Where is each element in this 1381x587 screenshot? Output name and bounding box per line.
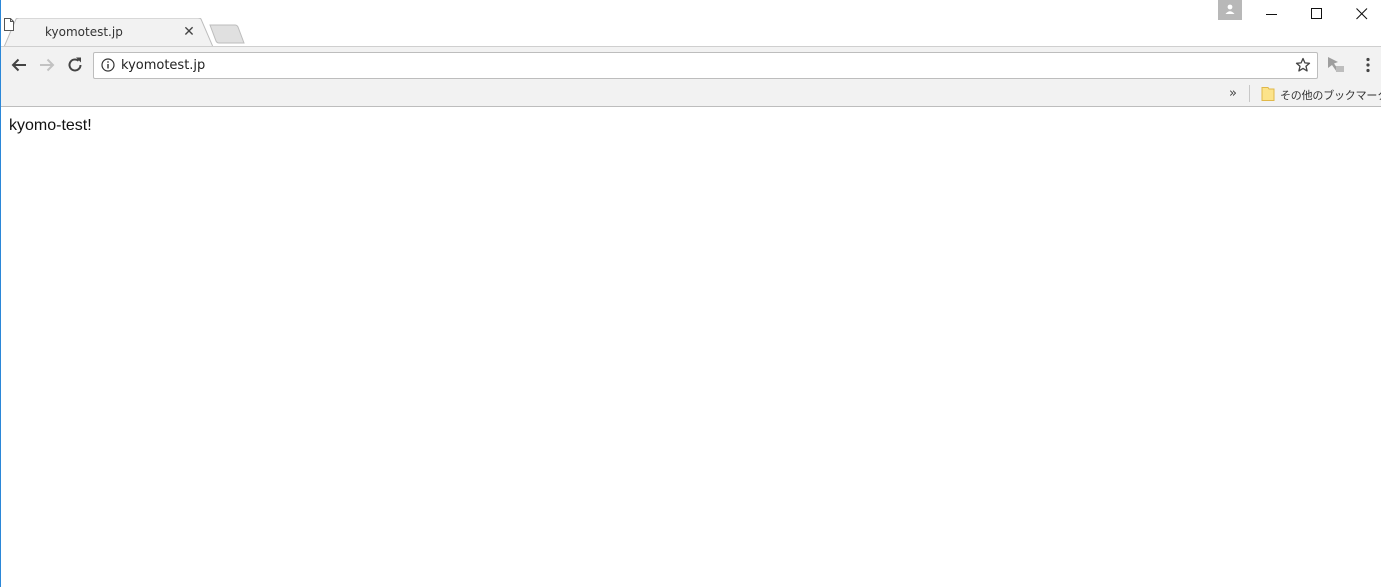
page-body-text: kyomo-test!	[9, 117, 92, 134]
bookmarks-bar: » その他のブックマーク	[0, 82, 1381, 107]
new-tab-button[interactable]	[208, 24, 246, 44]
extension-icon[interactable]	[1326, 56, 1346, 74]
forward-arrow-icon[interactable]	[37, 55, 57, 75]
url-text[interactable]: kyomotest.jp	[121, 58, 205, 73]
other-bookmarks-button[interactable]: その他のブックマーク	[1258, 82, 1381, 106]
profile-icon	[1225, 4, 1235, 14]
minimize-icon	[1266, 14, 1277, 15]
bookmarks-divider	[1249, 85, 1250, 102]
maximize-icon	[1311, 8, 1322, 19]
close-button[interactable]	[1339, 0, 1381, 28]
minimize-button[interactable]	[1249, 0, 1295, 28]
window-border	[0, 0, 1, 587]
page-content: kyomo-test!	[0, 107, 1381, 587]
page-icon	[4, 18, 14, 31]
menu-icon[interactable]	[1361, 57, 1375, 73]
tab-kyomotest[interactable]: kyomotest.jp ✕	[4, 18, 214, 47]
other-bookmarks-label: その他のブックマーク	[1280, 89, 1381, 102]
close-icon	[1356, 8, 1368, 20]
profile-button[interactable]	[1218, 0, 1242, 20]
tab-title: kyomotest.jp	[45, 25, 123, 39]
reload-icon[interactable]	[65, 55, 85, 75]
maximize-button[interactable]	[1294, 0, 1340, 28]
bookmarks-overflow-chevron-icon[interactable]: »	[1229, 86, 1237, 101]
address-bar[interactable]: kyomotest.jp	[93, 52, 1318, 79]
info-icon[interactable]	[101, 58, 115, 72]
folder-icon	[1261, 87, 1275, 101]
back-arrow-icon[interactable]	[9, 55, 29, 75]
star-icon[interactable]	[1295, 57, 1311, 73]
toolbar: kyomotest.jp	[0, 46, 1381, 83]
tab-close-icon[interactable]: ✕	[182, 25, 196, 39]
title-bar: kyomotest.jp ✕	[0, 0, 1381, 47]
